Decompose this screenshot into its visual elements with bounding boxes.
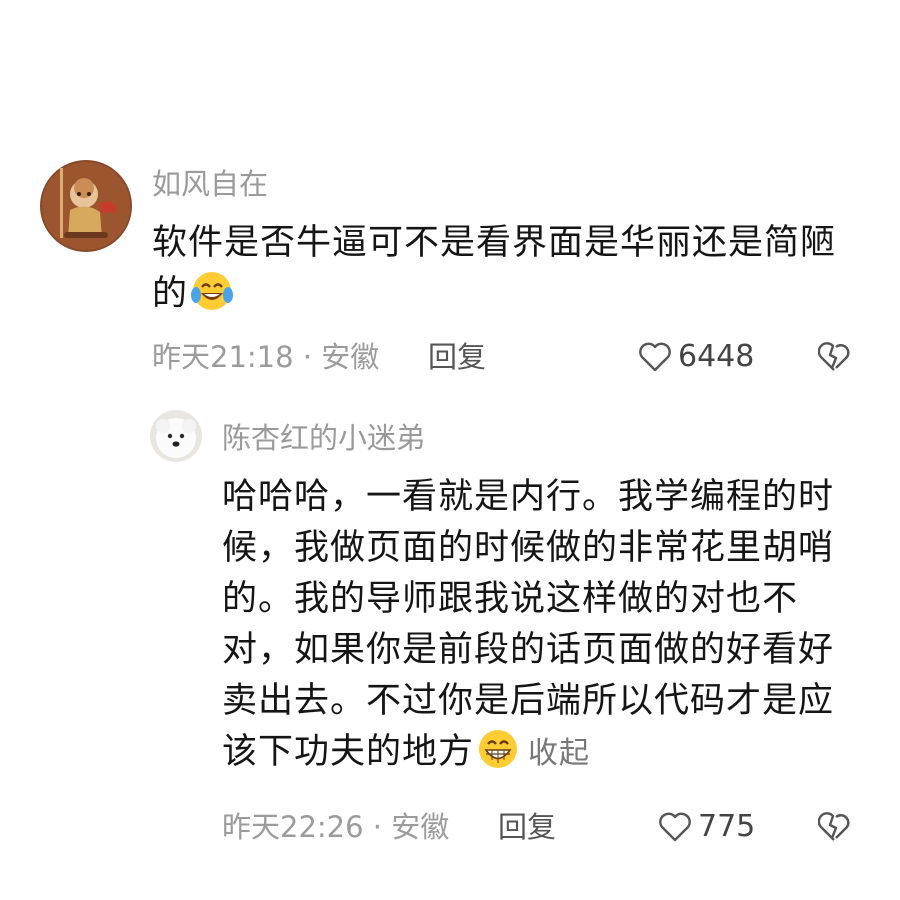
dislike-button[interactable] — [817, 341, 850, 377]
reply-body: 哈哈哈，一看就是内行。我学编程的时候，我做页面的时候做的非常花里胡哨的。我的导师… — [222, 477, 835, 772]
reply-button[interactable]: 回复 — [498, 809, 556, 845]
grinning-emoji-icon — [479, 730, 518, 768]
reply-button[interactable]: 回复 — [428, 339, 486, 375]
broken-heart-icon — [817, 812, 850, 841]
laughing-crying-emoji-icon — [191, 272, 234, 310]
comment-username[interactable]: 如风自在 — [152, 166, 268, 202]
avatar[interactable] — [40, 160, 132, 252]
reply-username[interactable]: 陈杏红的小迷弟 — [222, 420, 425, 456]
dislike-button[interactable] — [817, 811, 850, 847]
like-count: 775 — [698, 809, 756, 844]
like-button[interactable]: 6448 — [638, 339, 754, 375]
heart-icon — [659, 812, 691, 842]
monkey-king-avatar-icon — [40, 160, 132, 252]
collapse-button[interactable]: 收起 — [528, 736, 590, 771]
like-count: 6448 — [678, 339, 755, 374]
comment-text: 软件是否牛逼可不是看界面是华丽还是简陋的 — [152, 218, 852, 320]
avatar[interactable] — [150, 410, 202, 462]
heart-icon — [639, 342, 671, 372]
reply-text: 哈哈哈，一看就是内行。我学编程的时候，我做页面的时候做的非常花里胡哨的。我的导师… — [222, 472, 867, 779]
white-dog-avatar-icon — [150, 410, 202, 462]
reply-time-location: 昨天22:26 · 安徽 — [222, 810, 450, 844]
broken-heart-icon — [817, 342, 850, 371]
like-button[interactable]: 775 — [658, 809, 755, 845]
comment-time-location: 昨天21:18 · 安徽 — [152, 340, 380, 374]
comment-body: 软件是否牛逼可不是看界面是华丽还是简陋的 — [152, 223, 837, 314]
